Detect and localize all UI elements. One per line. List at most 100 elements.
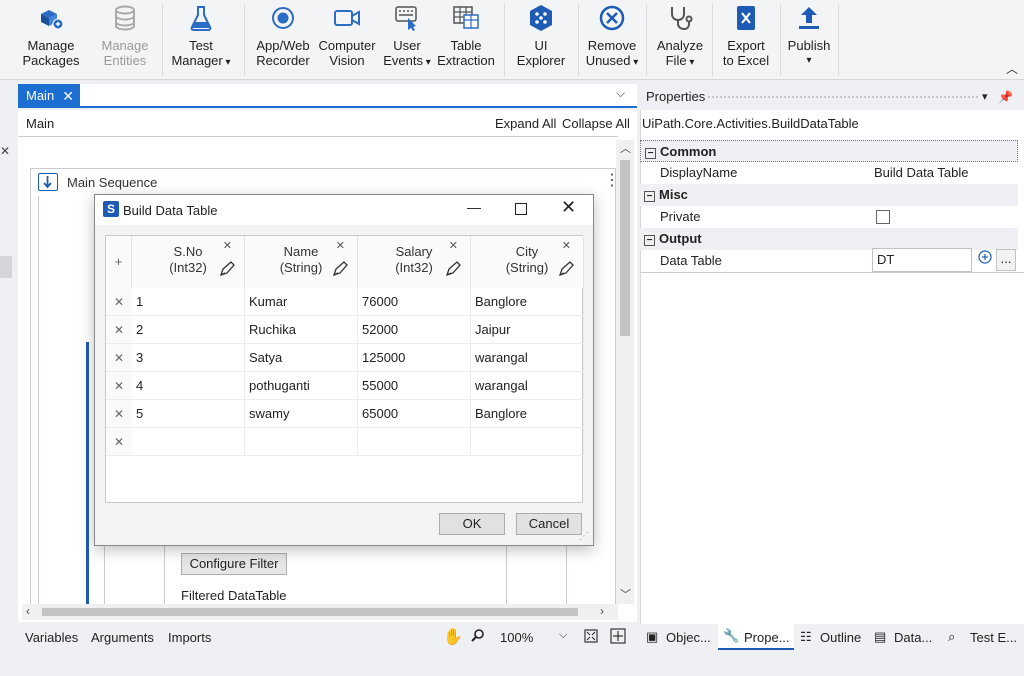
- private-checkbox[interactable]: [876, 210, 890, 224]
- add-variable-icon[interactable]: [974, 249, 996, 271]
- remove-row-icon[interactable]: ✕: [106, 316, 132, 344]
- displayname-value[interactable]: Build Data Table: [874, 162, 968, 184]
- collapse-icon[interactable]: −: [644, 235, 655, 246]
- remove-column-icon[interactable]: ✕: [223, 238, 232, 254]
- tab-outline[interactable]: Outline: [820, 630, 861, 645]
- edit-column-icon[interactable]: [557, 260, 575, 282]
- remove-column-icon[interactable]: ✕: [562, 238, 571, 254]
- table-cell[interactable]: Banglore: [471, 288, 584, 316]
- table-cell[interactable]: [358, 428, 471, 456]
- minimize-icon[interactable]: —: [467, 199, 481, 215]
- column-header[interactable]: Salary (Int32) ✕: [358, 236, 471, 288]
- overview-icon[interactable]: [610, 628, 626, 647]
- expression-editor-button[interactable]: ...: [996, 249, 1016, 271]
- tab-list-chevron-icon[interactable]: ⌵: [616, 86, 625, 101]
- remove-row-icon[interactable]: ✕: [106, 428, 132, 456]
- table-cell[interactable]: warangal: [471, 344, 584, 372]
- scroll-left-icon[interactable]: ‹: [26, 604, 30, 618]
- collapse-icon[interactable]: −: [644, 191, 655, 202]
- table-cell[interactable]: Banglore: [471, 400, 584, 428]
- edit-column-icon[interactable]: [218, 260, 236, 282]
- edit-column-icon[interactable]: [444, 260, 462, 282]
- table-cell[interactable]: 76000: [358, 288, 471, 316]
- tab-properties-active[interactable]: 🔧 Prope...: [718, 624, 794, 650]
- remove-column-icon[interactable]: ✕: [336, 238, 345, 254]
- expand-all-link[interactable]: Expand All: [495, 116, 556, 131]
- remove-column-icon[interactable]: ✕: [449, 238, 458, 254]
- scroll-up-icon[interactable]: ︿: [620, 140, 631, 156]
- table-cell[interactable]: warangal: [471, 372, 584, 400]
- configure-filter-button[interactable]: Configure Filter: [181, 553, 287, 575]
- table-cell[interactable]: 52000: [358, 316, 471, 344]
- test-manager-button[interactable]: Test Manager: [168, 2, 234, 78]
- collapse-all-link[interactable]: Collapse All: [562, 116, 630, 131]
- datatable-input[interactable]: DT: [872, 248, 972, 272]
- fit-to-screen-icon[interactable]: [583, 628, 599, 647]
- add-column-icon[interactable]: +: [106, 236, 132, 288]
- collapse-icon[interactable]: −: [645, 148, 656, 159]
- computer-vision-button[interactable]: Computer Vision: [316, 2, 378, 78]
- close-side-icon[interactable]: ✕: [0, 144, 10, 158]
- zoom-search-icon[interactable]: [471, 628, 485, 645]
- resize-grip-icon[interactable]: ⋰: [579, 531, 589, 542]
- remove-row-icon[interactable]: ✕: [106, 344, 132, 372]
- manage-packages-button[interactable]: Manage Packages: [22, 2, 80, 78]
- table-cell[interactable]: Ruchika: [245, 316, 358, 344]
- ok-button[interactable]: OK: [439, 513, 505, 535]
- table-cell[interactable]: 65000: [358, 400, 471, 428]
- column-header[interactable]: S.No (Int32) ✕: [132, 236, 245, 288]
- scroll-thumb[interactable]: [620, 160, 630, 336]
- group-common[interactable]: − Common: [640, 140, 1018, 162]
- user-events-button[interactable]: User Events: [382, 2, 432, 78]
- cancel-button[interactable]: Cancel: [516, 513, 582, 535]
- manage-entities-button[interactable]: Manage Entities: [96, 2, 154, 78]
- variables-tab[interactable]: Variables: [25, 630, 78, 645]
- side-tab-marker[interactable]: [0, 256, 12, 278]
- table-cell[interactable]: Satya: [245, 344, 358, 372]
- export-to-excel-button[interactable]: Export to Excel: [718, 2, 774, 78]
- collapse-ribbon-icon[interactable]: ︿: [1006, 60, 1018, 77]
- hscroll-thumb[interactable]: [42, 608, 578, 616]
- remove-row-icon[interactable]: ✕: [106, 372, 132, 400]
- remove-row-icon[interactable]: ✕: [106, 400, 132, 428]
- table-cell[interactable]: Jaipur: [471, 316, 584, 344]
- horizontal-scrollbar[interactable]: ‹ ›: [22, 604, 618, 620]
- breadcrumb[interactable]: Main: [26, 116, 54, 131]
- panel-menu-icon[interactable]: ▾: [982, 84, 988, 110]
- scroll-right-icon[interactable]: ›: [600, 604, 604, 618]
- maximize-icon[interactable]: [515, 203, 527, 215]
- table-cell[interactable]: 2: [132, 316, 245, 344]
- analyze-file-button[interactable]: Analyze File: [652, 2, 708, 78]
- table-cell[interactable]: [245, 428, 358, 456]
- pin-icon[interactable]: 📌: [998, 84, 1013, 110]
- tab-data[interactable]: Data...: [894, 630, 932, 645]
- table-cell[interactable]: pothuganti: [245, 372, 358, 400]
- zoom-dropdown-icon[interactable]: ⌵: [559, 629, 567, 642]
- table-cell[interactable]: 4: [132, 372, 245, 400]
- table-cell[interactable]: Kumar: [245, 288, 358, 316]
- ui-explorer-button[interactable]: UI Explorer: [512, 2, 570, 78]
- scroll-down-icon[interactable]: ﹀: [620, 586, 631, 602]
- group-misc[interactable]: − Misc: [640, 184, 1018, 206]
- tab-test-explorer[interactable]: Test E...: [970, 630, 1017, 645]
- column-header[interactable]: City (String) ✕: [471, 236, 584, 288]
- app-web-recorder-button[interactable]: App/Web Recorder: [252, 2, 314, 78]
- arguments-tab[interactable]: Arguments: [91, 630, 154, 645]
- publish-button[interactable]: Publish ▾: [784, 2, 834, 78]
- table-cell[interactable]: 1: [132, 288, 245, 316]
- edit-column-icon[interactable]: [331, 260, 349, 282]
- table-cell[interactable]: [132, 428, 245, 456]
- imports-tab[interactable]: Imports: [168, 630, 211, 645]
- remove-unused-button[interactable]: Remove Unused: [584, 2, 640, 78]
- hand-pan-icon[interactable]: ✋: [443, 627, 463, 647]
- column-header[interactable]: Name (String) ✕: [245, 236, 358, 288]
- vertical-scrollbar[interactable]: ︿ ﹀: [616, 140, 634, 604]
- table-cell[interactable]: swamy: [245, 400, 358, 428]
- table-extraction-button[interactable]: Table Extraction: [436, 2, 496, 78]
- table-cell[interactable]: 55000: [358, 372, 471, 400]
- zoom-level[interactable]: 100%: [500, 630, 533, 645]
- tab-objects[interactable]: Objec...: [666, 630, 711, 645]
- group-output[interactable]: − Output: [640, 228, 1018, 250]
- close-dialog-icon[interactable]: ✕: [561, 197, 576, 218]
- table-cell[interactable]: 3: [132, 344, 245, 372]
